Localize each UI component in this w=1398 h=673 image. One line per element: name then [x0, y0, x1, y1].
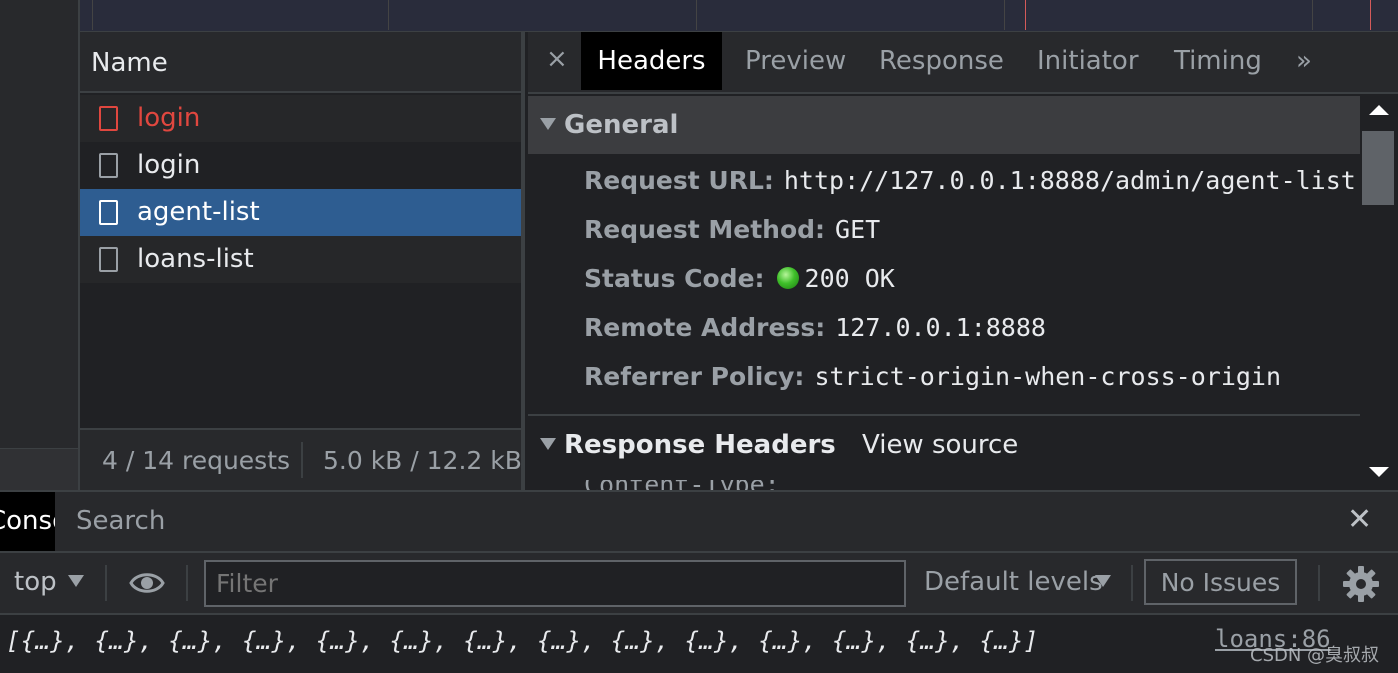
gear-icon[interactable]: [1342, 565, 1380, 603]
request-count: 4 / 14 requests: [102, 446, 291, 475]
detail-scrollbar[interactable]: [1360, 95, 1398, 490]
console-output: [{…}, {…}, {…}, {…}, {…}, {…}, {…}, {…},…: [0, 615, 1398, 673]
field-key: Remote Address:: [584, 313, 826, 342]
divider: [1131, 565, 1133, 601]
scroll-down-icon[interactable]: [1369, 467, 1389, 477]
field-value: http://127.0.0.1:8888/admin/agent-list: [783, 166, 1356, 195]
divider: [186, 565, 188, 601]
overview-gridline: [696, 0, 697, 30]
divider: [1318, 565, 1320, 601]
checkbox-icon: [99, 153, 118, 178]
request-row[interactable]: loans-list: [80, 236, 521, 283]
request-summary-bar: 4 / 14 requests 5.0 kB / 12.2 kB t: [80, 428, 521, 490]
divider: [105, 565, 107, 601]
tab-search[interactable]: Search: [76, 506, 165, 536]
section-title: Response Headers: [564, 430, 836, 460]
more-tabs-icon[interactable]: »: [1296, 32, 1312, 90]
overview-marker: [1370, 0, 1371, 30]
left-panel-status: [0, 448, 78, 490]
tab-timing[interactable]: Timing: [1174, 32, 1262, 90]
partial-header-row: Content-Type: application/json;charset=u…: [584, 480, 1184, 490]
checkbox-icon: [99, 200, 118, 225]
request-method-row: Request Method: GET: [584, 215, 880, 244]
overview-gridline: [1312, 0, 1313, 30]
tab-preview[interactable]: Preview: [745, 32, 846, 90]
overview-gridline: [1004, 0, 1005, 30]
watermark: CSDN @臭叔叔: [1250, 645, 1380, 666]
request-row[interactable]: login: [80, 95, 521, 142]
field-key: Request URL:: [584, 166, 774, 195]
field-key: Request Method:: [584, 215, 826, 244]
field-value: GET: [835, 215, 881, 244]
request-name: login: [137, 103, 201, 133]
partial-header-text: Content-Type: application/json;charset=u…: [584, 480, 1184, 490]
overview-marker: [1025, 0, 1026, 30]
close-drawer-icon[interactable]: ✕: [1347, 502, 1372, 537]
tab-console[interactable]: Console: [0, 492, 55, 551]
scroll-up-icon[interactable]: [1369, 105, 1389, 115]
field-key: Referrer Policy:: [584, 362, 805, 391]
request-name: login: [137, 150, 201, 180]
checkbox-icon: [99, 247, 118, 272]
issues-button[interactable]: No Issues: [1144, 559, 1297, 605]
request-name: loans-list: [137, 244, 254, 274]
request-row-selected[interactable]: agent-list: [80, 189, 521, 236]
field-value: 200 OK: [804, 264, 895, 293]
request-url-row: Request URL: http://127.0.0.1:8888/admin/…: [584, 166, 1356, 195]
field-key: Status Code:: [584, 264, 765, 293]
overview-gridline: [92, 0, 93, 30]
transfer-size: 5.0 kB / 12.2 kB t: [323, 446, 521, 475]
section-general-header[interactable]: General: [528, 96, 1360, 154]
expand-triangle-icon: [540, 118, 556, 130]
scroll-thumb[interactable]: [1362, 131, 1394, 205]
filter-input[interactable]: [204, 560, 906, 607]
chevron-down-icon[interactable]: [1095, 575, 1111, 587]
remote-address-row: Remote Address: 127.0.0.1:8888: [584, 313, 1046, 342]
overview-gridline: [388, 0, 389, 30]
left-panel-stub: [0, 0, 80, 490]
request-list-panel: Name login login agent-list loans-list 4…: [80, 32, 525, 490]
checkbox-icon: [99, 106, 118, 131]
referrer-policy-row: Referrer Policy: strict-origin-when-cross…: [584, 362, 1281, 391]
close-icon[interactable]: ×: [546, 44, 568, 74]
console-toolbar: top Default levels No Issues: [0, 553, 1398, 615]
tab-response[interactable]: Response: [879, 32, 1004, 90]
detail-tabbar: × Headers Preview Response Initiator Tim…: [528, 32, 1398, 94]
view-source-link[interactable]: View source: [862, 430, 1018, 460]
network-overview[interactable]: [80, 0, 1398, 32]
section-response-headers-header[interactable]: Response Headers View source: [528, 414, 1360, 474]
status-dot-icon: [776, 267, 799, 289]
tab-headers[interactable]: Headers: [581, 32, 722, 90]
log-levels-dropdown[interactable]: Default levels: [924, 567, 1103, 597]
tab-initiator[interactable]: Initiator: [1037, 32, 1139, 90]
request-detail-panel: × Headers Preview Response Initiator Tim…: [528, 32, 1398, 490]
divider: [301, 442, 303, 478]
console-log-entry[interactable]: [{…}, {…}, {…}, {…}, {…}, {…}, {…}, {…},…: [6, 627, 1038, 655]
chevron-down-icon[interactable]: [68, 575, 84, 587]
section-title: General: [564, 110, 679, 140]
status-code-row: Status Code: 200 OK: [584, 264, 895, 293]
request-row[interactable]: login: [80, 142, 521, 189]
context-selector[interactable]: top: [14, 567, 57, 597]
drawer-tabbar: Console Search ✕: [0, 490, 1398, 553]
field-value: strict-origin-when-cross-origin: [814, 362, 1282, 391]
field-value: 127.0.0.1:8888: [835, 313, 1046, 342]
column-header-name[interactable]: Name: [80, 32, 521, 93]
eye-icon[interactable]: [129, 569, 165, 597]
request-name: agent-list: [137, 197, 260, 227]
expand-triangle-icon: [540, 438, 556, 450]
